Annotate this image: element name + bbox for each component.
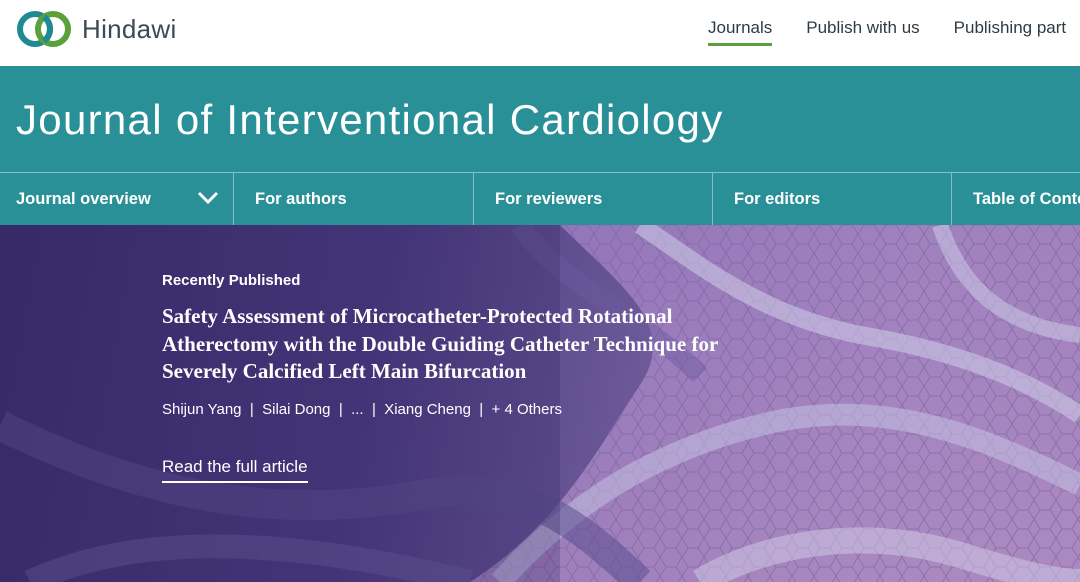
subnav-for-authors-label: For authors	[255, 190, 347, 208]
subnav-journal-overview-label: Journal overview	[16, 190, 151, 208]
author-name[interactable]: Silai Dong	[262, 401, 330, 418]
subnav-for-editors[interactable]: For editors	[713, 173, 952, 226]
brand-name: Hindawi	[82, 13, 177, 44]
author-ellipsis: ...	[351, 401, 364, 418]
top-header: Hindawi Journals Publish with us Publish…	[0, 0, 1080, 66]
subnav-for-editors-label: For editors	[734, 190, 821, 208]
author-name[interactable]: Xiang Cheng	[384, 401, 471, 418]
hero-article-title[interactable]: Safety Assessment of Microcatheter-Prote…	[162, 303, 752, 386]
author-name[interactable]: Shijun Yang	[162, 401, 242, 418]
top-nav: Journals Publish with us Publishing part	[708, 18, 1080, 46]
read-full-article-link[interactable]: Read the full article	[162, 457, 308, 483]
journal-banner: Journal of Interventional Cardiology	[0, 66, 1080, 172]
subnav-for-authors[interactable]: For authors	[234, 173, 474, 226]
hindawi-logo[interactable]: Hindawi	[16, 8, 177, 50]
author-separator: |	[479, 401, 484, 418]
journal-title: Journal of Interventional Cardiology	[16, 96, 724, 143]
top-nav-publishing-partnerships[interactable]: Publishing part	[954, 18, 1066, 44]
author-separator: |	[249, 401, 254, 418]
subnav-table-of-contents-label: Table of Conte	[973, 190, 1080, 208]
interlocking-rings-logo-icon	[17, 11, 71, 47]
hero-featured-article: Recently Published Safety Assessment of …	[0, 225, 1080, 582]
subnav-for-reviewers[interactable]: For reviewers	[474, 173, 713, 226]
top-nav-journals[interactable]: Journals	[708, 18, 773, 46]
chevron-down-icon[interactable]	[197, 191, 219, 205]
subnav-table-of-contents[interactable]: Table of Conte	[952, 173, 1080, 226]
author-separator: |	[371, 401, 376, 418]
journal-subnav: Journal overview For authors For reviewe…	[0, 172, 1080, 226]
top-nav-publish-with-us[interactable]: Publish with us	[806, 18, 919, 44]
subnav-journal-overview[interactable]: Journal overview	[0, 173, 234, 226]
hero-authors: Shijun Yang | Silai Dong | ... | Xiang C…	[162, 401, 562, 418]
author-separator: |	[338, 401, 343, 418]
subnav-for-reviewers-label: For reviewers	[495, 190, 603, 208]
more-authors-button[interactable]: + 4 Others	[492, 401, 562, 418]
hero-kicker: Recently Published	[162, 272, 301, 289]
